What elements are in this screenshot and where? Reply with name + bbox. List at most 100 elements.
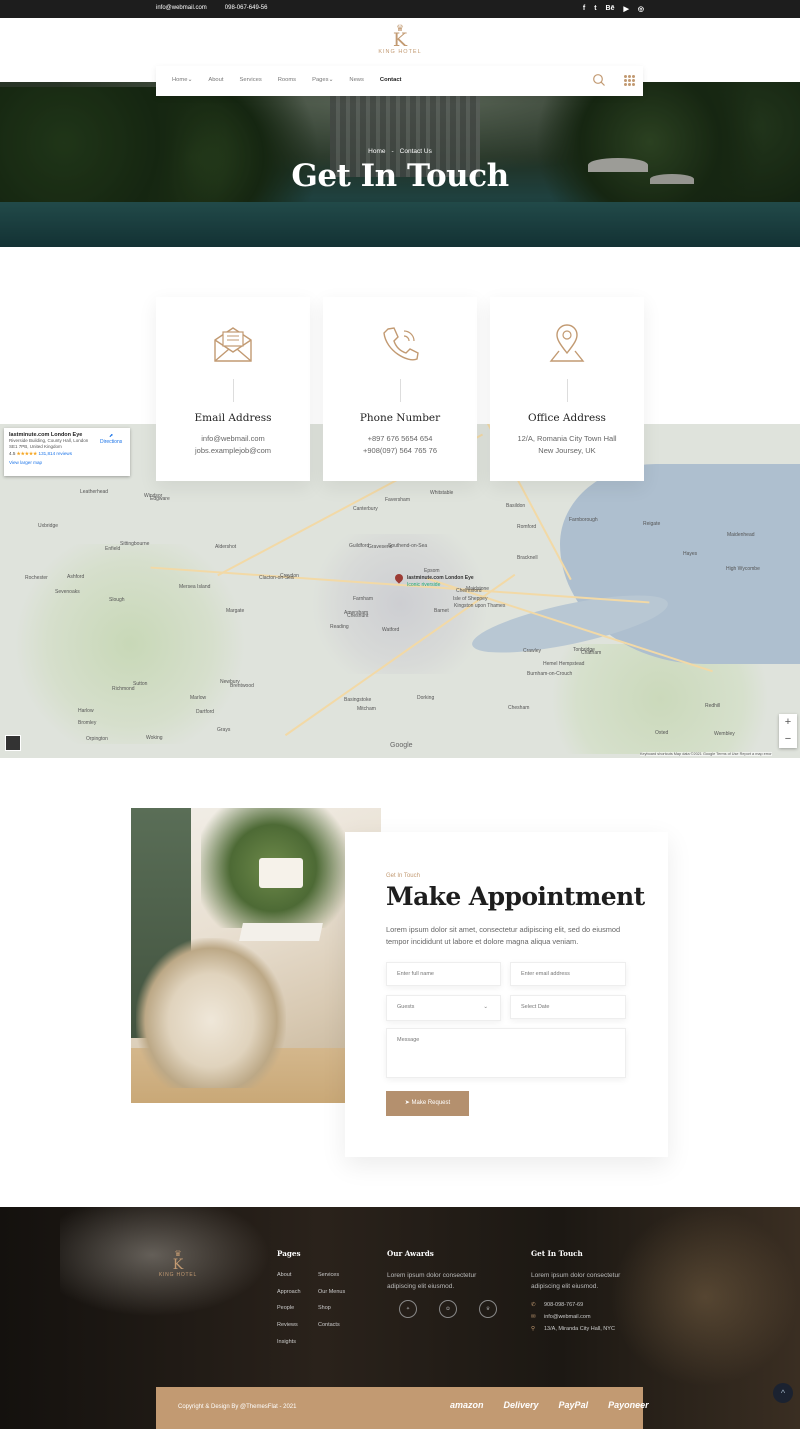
map-footer-links[interactable]: Keyboard shortcuts Map data ©2021 Google…	[640, 752, 772, 756]
nav-item-about[interactable]: About	[208, 77, 223, 83]
footer-link-people[interactable]: People	[277, 1305, 294, 1311]
paypal-logo: PayPal	[558, 1400, 589, 1410]
map-place-label: High Wycombe	[726, 566, 760, 572]
footer-link-services[interactable]: Services	[318, 1272, 339, 1278]
footer-logo[interactable]: ♛ K KING HOTEL	[156, 1250, 200, 1279]
map-place-label: Newbury	[220, 679, 240, 685]
office-card-title: Office Address	[528, 412, 606, 424]
delivery-logo: Delivery	[503, 1400, 539, 1410]
nav-item-pages[interactable]: Pages⌄	[312, 77, 333, 83]
back-to-top-button[interactable]: ^	[773, 1383, 793, 1403]
award-badges: ✦ ✿ ♛	[399, 1300, 497, 1318]
footer-link-menus[interactable]: Our Menus	[318, 1289, 345, 1295]
rating-stars: ★★★★★	[16, 451, 38, 456]
footer-phone[interactable]: 908-098-767-69	[544, 1302, 583, 1308]
map-place-label: Barnet	[434, 608, 449, 614]
office-line-1: 12/A, Romania City Town Hall	[517, 434, 617, 443]
top-phone-link[interactable]: 098-067-649-56	[225, 5, 268, 11]
map-pin-label: lastminute.com London Eye	[407, 575, 474, 581]
nav-menu: Home⌄ About Services Rooms Pages⌄ News C…	[172, 77, 417, 83]
footer-email[interactable]: info@webmail.com	[544, 1314, 591, 1320]
map-place-label: Grays	[217, 727, 231, 733]
place-rating: 4.5 ★★★★★ 131,814 reviews	[9, 451, 125, 457]
guests-value: Guests	[397, 1004, 415, 1010]
footer-awards-title: Our Awards	[387, 1249, 434, 1258]
full-name-input[interactable]: Enter full name	[386, 962, 501, 986]
location-pin-icon	[545, 323, 589, 365]
twitter-icon[interactable]: t	[594, 5, 596, 13]
map-place-label: Bromley	[78, 720, 97, 726]
appointment-title: Make Appointment	[386, 882, 645, 911]
footer-link-insights[interactable]: Insights	[277, 1339, 296, 1345]
appointment-form: Get In Touch Make Appointment Lorem ipsu…	[345, 832, 668, 1157]
email-line-2[interactable]: jobs.examplejob@com	[156, 446, 310, 455]
phone-line-2[interactable]: +908(097) 564 765 76	[323, 446, 477, 455]
map-place-label: Uxbridge	[38, 523, 59, 529]
map-place-label: Whitstable	[430, 490, 454, 496]
breadcrumb-separator: -	[391, 148, 394, 155]
footer-awards-text: Lorem ipsum dolor consectetur adipiscing…	[387, 1272, 477, 1290]
site-logo[interactable]: ♛ K KING HOTEL	[370, 24, 430, 56]
copyright-bar: Copyright & Design By @ThemesFlat - 2021…	[156, 1387, 649, 1429]
instagram-icon[interactable]: ◎	[638, 5, 644, 13]
appointment-subtitle: Get In Touch	[386, 873, 420, 879]
map-place-label: Sittingbourne	[120, 541, 150, 547]
map-place-label: Reading	[330, 624, 349, 630]
chevron-down-icon: ⌄	[483, 1004, 488, 1010]
footer-link-shop[interactable]: Shop	[318, 1305, 331, 1311]
map-place-label: Isle of Sheppey	[453, 596, 488, 602]
footer-link-approach[interactable]: Approach	[277, 1289, 301, 1295]
send-icon: ➤	[404, 1100, 410, 1106]
breadcrumb-home[interactable]: Home	[368, 148, 385, 155]
divider	[233, 379, 234, 402]
map-place-label: Crawley	[523, 648, 542, 654]
breadcrumb: Home - Contact Us	[0, 148, 800, 155]
place-address: Riverside Building, County Hall, London …	[9, 438, 89, 449]
youtube-icon[interactable]: ▶	[624, 5, 629, 13]
map-zoom-control: + −	[779, 714, 797, 748]
email-input[interactable]: Enter email address	[510, 962, 626, 986]
email-line-1[interactable]: info@webmail.com	[156, 434, 310, 443]
footer-link-reviews[interactable]: Reviews	[277, 1322, 298, 1328]
footer-link-contacts[interactable]: Contacts	[318, 1322, 340, 1328]
nav-item-contact[interactable]: Contact	[380, 77, 402, 83]
map-place-label: Gravesend	[368, 544, 393, 550]
map-place-label: Hayes	[683, 551, 698, 557]
map-place-label: Watford	[382, 627, 400, 633]
map-place-label: Sutton	[133, 681, 148, 687]
reviews-link[interactable]: 131,814 reviews	[39, 451, 72, 456]
page-title: Get In Touch	[291, 158, 509, 194]
footer-contact-title: Get In Touch	[531, 1249, 583, 1258]
satellite-toggle-button[interactable]	[5, 735, 21, 751]
zoom-out-button[interactable]: −	[779, 731, 797, 748]
google-logo: Google	[390, 742, 413, 749]
footer-link-about[interactable]: About	[277, 1272, 291, 1278]
nav-item-rooms[interactable]: Rooms	[278, 77, 296, 83]
social-links: f t Bē ▶ ◎	[583, 5, 644, 13]
top-email-link[interactable]: info@webmail.com	[156, 5, 207, 11]
date-picker-input[interactable]: Select Date	[510, 995, 626, 1019]
grid-menu-icon[interactable]	[624, 75, 635, 86]
map-place-label: Bracknell	[517, 555, 538, 561]
zoom-in-button[interactable]: +	[779, 714, 797, 731]
map-place-label: Farnborough	[569, 517, 598, 523]
behance-icon[interactable]: Bē	[606, 5, 615, 13]
mail-icon: ✉	[531, 1314, 536, 1320]
make-request-button[interactable]: ➤ Make Request	[386, 1091, 469, 1116]
nav-item-news[interactable]: News	[349, 77, 364, 83]
map-place-label: Guildford	[349, 543, 370, 549]
map-place-label: Margate	[226, 608, 245, 614]
search-icon[interactable]	[592, 73, 606, 87]
phone-line-1[interactable]: +897 676 5654 654	[323, 434, 477, 443]
message-textarea[interactable]: Message	[386, 1028, 626, 1078]
guests-select[interactable]: Guests ⌄	[386, 995, 501, 1021]
view-larger-map-link[interactable]: View larger map	[9, 460, 125, 465]
location-icon: ⚲	[531, 1326, 536, 1332]
map-place-label: Sevenoaks	[55, 589, 80, 595]
facebook-icon[interactable]: f	[583, 5, 585, 13]
map-place-label: Richmond	[112, 686, 135, 692]
nav-item-home[interactable]: Home⌄	[172, 77, 192, 83]
nav-item-services[interactable]: Services	[239, 77, 261, 83]
phone-card: Phone Number +897 676 5654 654 +908(097)…	[323, 297, 477, 481]
directions-button[interactable]: ⬈ Directions	[100, 433, 122, 445]
